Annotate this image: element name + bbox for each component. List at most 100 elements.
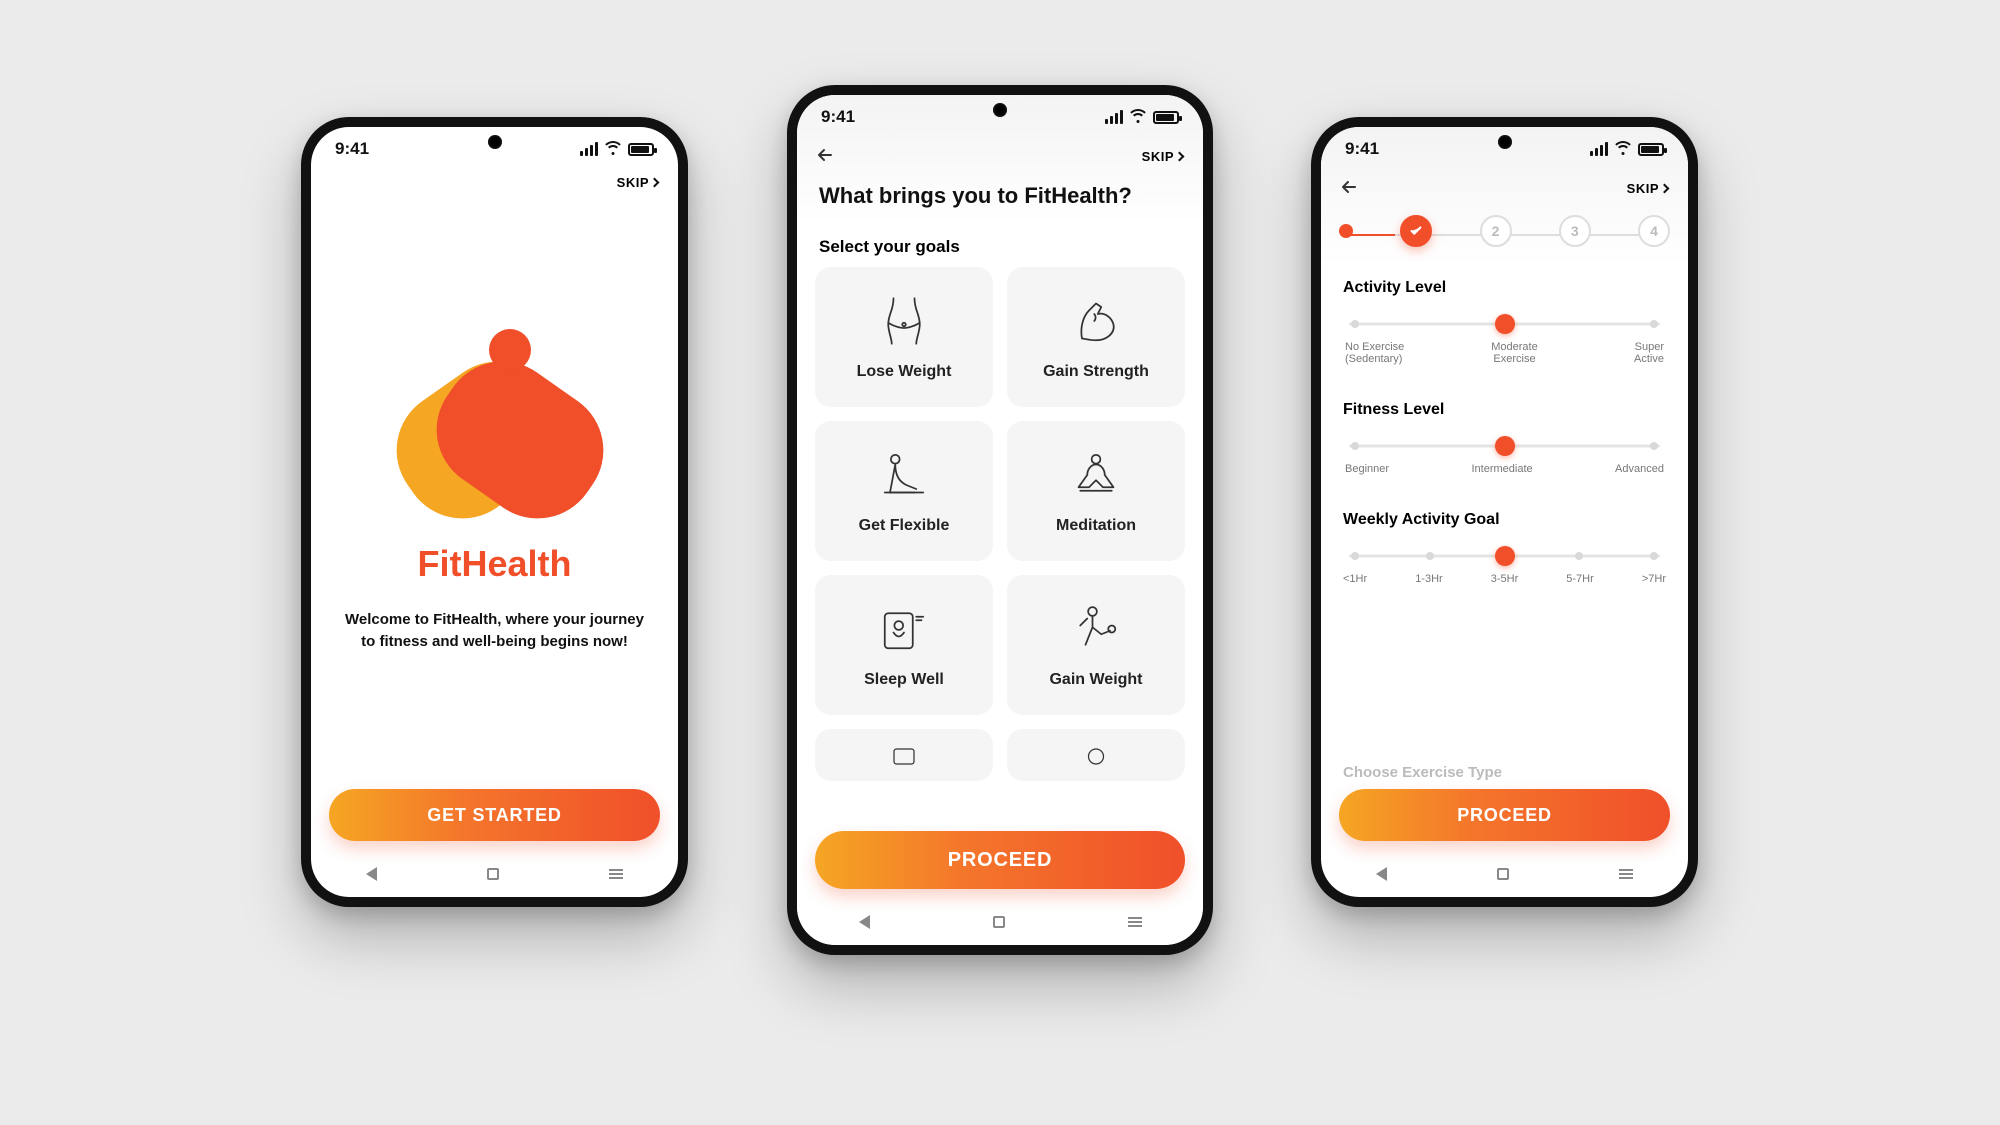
slider-label: 3-5Hr: [1491, 573, 1519, 585]
welcome-text: Welcome to FitHealth, where your journey…: [339, 609, 650, 653]
step-3[interactable]: 3: [1559, 215, 1591, 247]
phone-welcome: 9:41 SKIP FitHealth: [301, 117, 688, 907]
header-row: SKIP: [311, 171, 678, 198]
chevron-right-icon: [650, 178, 660, 188]
android-nav-bar: [797, 899, 1203, 945]
status-icons: [580, 142, 654, 156]
activity-slider[interactable]: [1349, 319, 1660, 329]
status-bar: 9:41: [797, 95, 1203, 139]
welcome-body: FitHealth Welcome to FitHealth, where yo…: [311, 198, 678, 789]
nav-recent-icon[interactable]: [1619, 869, 1633, 879]
goals-subhead: Select your goals: [797, 223, 1203, 267]
skip-label: SKIP: [617, 175, 649, 190]
nav-back-icon[interactable]: [859, 915, 870, 929]
nav-back-icon[interactable]: [1376, 867, 1387, 881]
skip-label: SKIP: [1627, 181, 1659, 196]
battery-icon: [1638, 143, 1664, 156]
section-title: Activity Level: [1343, 279, 1666, 297]
section-weekly-goal: Weekly Activity Goal <1Hr 1-3Hr 3-5Hr: [1321, 497, 1688, 589]
bicep-icon: [1068, 293, 1124, 349]
slider-label: Super Active: [1604, 341, 1664, 365]
generic-icon: [884, 739, 924, 779]
nav-home-icon[interactable]: [1497, 868, 1509, 880]
camera-notch: [1498, 135, 1512, 149]
slider-label: Advanced: [1615, 463, 1664, 475]
skip-button[interactable]: SKIP: [1142, 149, 1183, 164]
dumbbell-person-icon: [1068, 601, 1124, 657]
android-nav-bar: [1321, 851, 1688, 897]
goal-card-peek[interactable]: [815, 729, 993, 781]
section-title: Weekly Activity Goal: [1343, 511, 1666, 529]
goal-card-gain-weight[interactable]: Gain Weight: [1007, 575, 1185, 715]
step-4[interactable]: 4: [1638, 215, 1670, 247]
goal-card-meditation[interactable]: Meditation: [1007, 421, 1185, 561]
goal-label: Sleep Well: [864, 671, 944, 689]
weekly-slider[interactable]: [1349, 551, 1660, 561]
camera-notch: [488, 135, 502, 149]
skip-button[interactable]: SKIP: [617, 175, 658, 190]
back-button[interactable]: [817, 143, 837, 169]
skip-button[interactable]: SKIP: [1627, 181, 1668, 196]
page-title: What brings you to FitHealth?: [819, 183, 1181, 209]
proceed-button[interactable]: PROCEED: [1339, 789, 1670, 841]
android-nav-bar: [311, 851, 678, 897]
status-time: 9:41: [335, 139, 369, 159]
wifi-icon: [604, 143, 622, 156]
phone-preferences: 9:41 SKIP: [1311, 117, 1698, 907]
goal-label: Gain Weight: [1049, 671, 1142, 689]
meditation-icon: [1068, 447, 1124, 503]
slider-label: No Exercise (Sedentary): [1345, 341, 1425, 365]
goals-grid: Lose Weight Gain Strength: [797, 267, 1203, 819]
goal-label: Get Flexible: [859, 517, 950, 535]
slider-label: <1Hr: [1343, 573, 1367, 585]
nav-back-icon[interactable]: [366, 867, 377, 881]
arrow-left-icon: [1341, 179, 1361, 195]
goal-card-get-flexible[interactable]: Get Flexible: [815, 421, 993, 561]
proceed-button[interactable]: PROCEED: [815, 831, 1185, 889]
camera-notch: [993, 103, 1007, 117]
nav-home-icon[interactable]: [487, 868, 499, 880]
generic-icon: [1076, 739, 1116, 779]
step-2[interactable]: 2: [1480, 215, 1512, 247]
waist-icon: [876, 293, 932, 349]
section-fitness-level: Fitness Level Beginner Intermediate Adva…: [1321, 387, 1688, 479]
nav-home-icon[interactable]: [993, 916, 1005, 928]
slider-label: 1-3Hr: [1415, 573, 1443, 585]
goal-label: Gain Strength: [1043, 363, 1149, 381]
nav-recent-icon[interactable]: [1128, 917, 1142, 927]
check-icon: [1409, 224, 1423, 238]
goal-card-lose-weight[interactable]: Lose Weight: [815, 267, 993, 407]
status-time: 9:41: [821, 107, 855, 127]
goal-label: Meditation: [1056, 517, 1136, 535]
phone-goals: 9:41 SKIP W: [787, 85, 1213, 955]
progress-stepper: 2 3 4: [1321, 209, 1688, 259]
proceed-label: PROCEED: [948, 849, 1053, 872]
signal-icon: [580, 142, 598, 156]
slider-label: Moderate Exercise: [1475, 341, 1555, 365]
status-bar: 9:41: [1321, 127, 1688, 171]
battery-icon: [1153, 111, 1179, 124]
arrow-left-icon: [817, 147, 837, 163]
app-logo: [395, 335, 595, 525]
brand-name: FitHealth: [417, 543, 571, 585]
section-activity-level: Activity Level No Exercise (Sedentary) M…: [1321, 265, 1688, 369]
signal-icon: [1590, 142, 1608, 156]
wifi-icon: [1614, 143, 1632, 156]
slider-label: 5-7Hr: [1566, 573, 1594, 585]
goal-card-gain-strength[interactable]: Gain Strength: [1007, 267, 1185, 407]
step-dot-start: [1339, 224, 1353, 238]
slider-label: Intermediate: [1471, 463, 1532, 475]
wifi-icon: [1129, 111, 1147, 124]
status-time: 9:41: [1345, 139, 1379, 159]
fitness-slider[interactable]: [1349, 441, 1660, 451]
get-started-label: GET STARTED: [427, 805, 561, 826]
slider-label: Beginner: [1345, 463, 1389, 475]
get-started-button[interactable]: GET STARTED: [329, 789, 660, 841]
nav-recent-icon[interactable]: [609, 869, 623, 879]
skip-label: SKIP: [1142, 149, 1174, 164]
back-button[interactable]: [1341, 175, 1361, 201]
goal-card-peek[interactable]: [1007, 729, 1185, 781]
next-section-faded: Choose Exercise Type: [1321, 764, 1688, 781]
battery-icon: [628, 143, 654, 156]
goal-card-sleep-well[interactable]: Sleep Well: [815, 575, 993, 715]
